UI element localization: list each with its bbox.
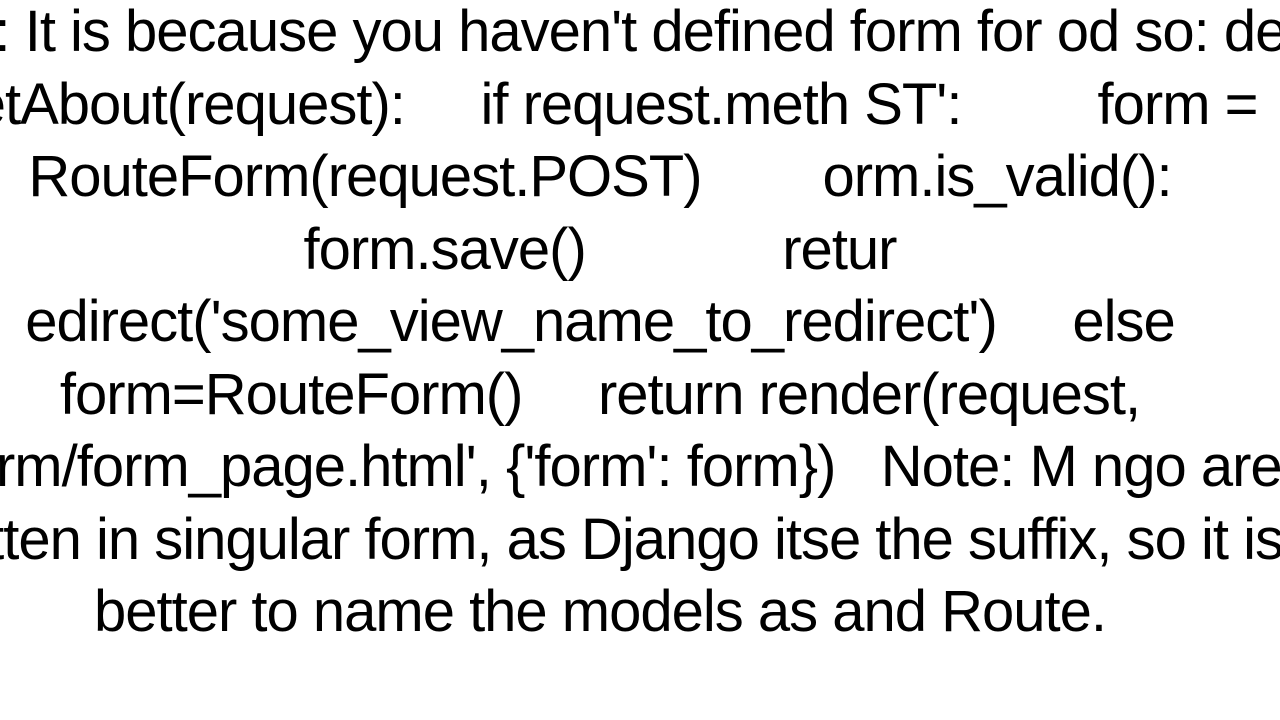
answer-text-block: er 1: It is because you haven't defined … (0, 0, 1280, 649)
